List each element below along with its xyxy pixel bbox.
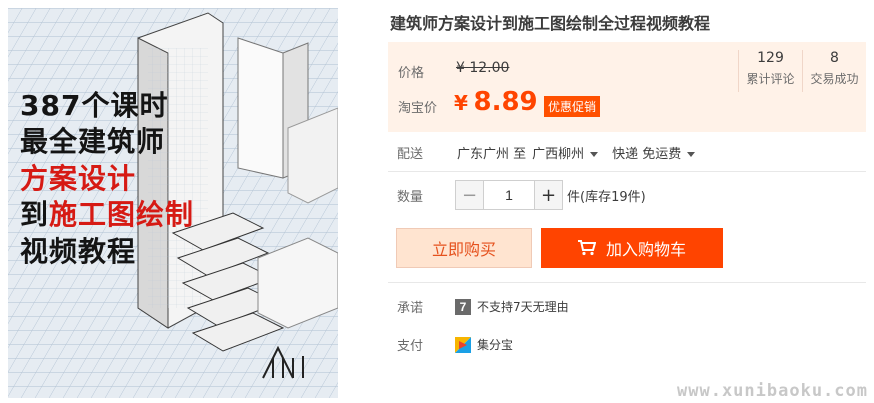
stat-transactions-value: 8 — [830, 50, 839, 66]
add-to-cart-label: 加入购物车 — [605, 240, 686, 259]
quantity-input[interactable] — [484, 181, 534, 209]
quantity-row: 数量 − + 件(库存19件) — [397, 180, 646, 210]
stat-reviews-label: 累计评论 — [746, 72, 795, 86]
currency-symbol: ¥ — [454, 91, 468, 115]
decrease-button[interactable]: − — [456, 181, 484, 209]
product-title: 建筑师方案设计到施工图绘制全过程视频教程 — [390, 14, 711, 33]
taobao-price-value: 8.89 — [473, 87, 538, 117]
payment-row: 支付 集分宝 — [397, 335, 513, 354]
shipping-method: 快递 免运费 — [612, 147, 682, 162]
promo-line-5: 视频教程 — [20, 234, 137, 268]
quantity-stepper: − + — [455, 180, 563, 210]
shipping-select[interactable]: 快递 免运费 — [612, 143, 696, 162]
promise-row: 承诺 7 不支持7天无理由 — [397, 297, 569, 316]
product-image[interactable]: 387个课时 最全建筑师 方案设计 到施工图绘制 视频教程 — [8, 8, 338, 398]
promo-line-1: 387个课时 — [20, 89, 169, 122]
watermark: www.xunibaoku.com — [677, 381, 868, 401]
chevron-down-icon — [590, 152, 599, 157]
delivery-row: 配送 广东广州 至 广西柳州 快递 免运费 — [397, 143, 709, 162]
promo-line-4-highlight: 施工图绘制 — [49, 198, 195, 232]
stat-transactions: 8 交易成功 — [802, 50, 866, 92]
cart-icon — [577, 240, 596, 256]
payment-method[interactable]: 集分宝 — [477, 336, 513, 353]
quantity-label: 数量 — [397, 189, 424, 205]
stats: 129 累计评论 8 交易成功 — [738, 50, 866, 92]
promise-text[interactable]: 不支持7天无理由 — [477, 298, 569, 315]
jifenbao-icon — [455, 336, 471, 353]
price-label: 价格 — [398, 66, 425, 81]
promo-line-2: 最全建筑师 — [20, 125, 166, 159]
promo-text: 387个课时 最全建筑师 方案设计 到施工图绘制 视频教程 — [20, 88, 194, 270]
no-return-icon: 7 — [455, 298, 471, 315]
buy-now-button[interactable]: 立即购买 — [396, 228, 532, 268]
promo-line-4: 到施工图绘制 — [20, 197, 194, 233]
delivery-to: 广西柳州 — [532, 147, 585, 162]
taobao-price-label: 淘宝价 — [398, 101, 438, 116]
price-panel: 价格 ¥ 12.00 淘宝价 ¥ 8.89 优惠促销 129 累计评论 8 交易… — [388, 42, 866, 132]
delivery-from: 广东广州 至 — [457, 147, 527, 162]
delivery-destination-select[interactable]: 广西柳州 — [532, 143, 599, 162]
chevron-down-icon — [687, 152, 696, 157]
stock-text: 件(库存19件) — [567, 189, 646, 205]
divider — [388, 171, 866, 172]
original-price: ¥ 12.00 — [456, 60, 510, 76]
increase-button[interactable]: + — [534, 181, 562, 209]
promo-line-3: 方案设计 — [20, 161, 137, 195]
promise-label: 承诺 — [397, 301, 424, 316]
stat-reviews-value: 129 — [757, 50, 784, 66]
add-to-cart-button[interactable]: 加入购物车 — [541, 228, 723, 268]
taobao-price: ¥ 8.89 — [454, 87, 538, 117]
promo-badge[interactable]: 优惠促销 — [544, 96, 601, 117]
stat-transactions-label: 交易成功 — [810, 72, 859, 86]
delivery-label: 配送 — [397, 147, 424, 162]
divider — [388, 282, 866, 283]
stat-reviews[interactable]: 129 累计评论 — [738, 50, 802, 92]
promo-line-4-prefix: 到 — [20, 198, 50, 232]
payment-label: 支付 — [397, 339, 424, 354]
